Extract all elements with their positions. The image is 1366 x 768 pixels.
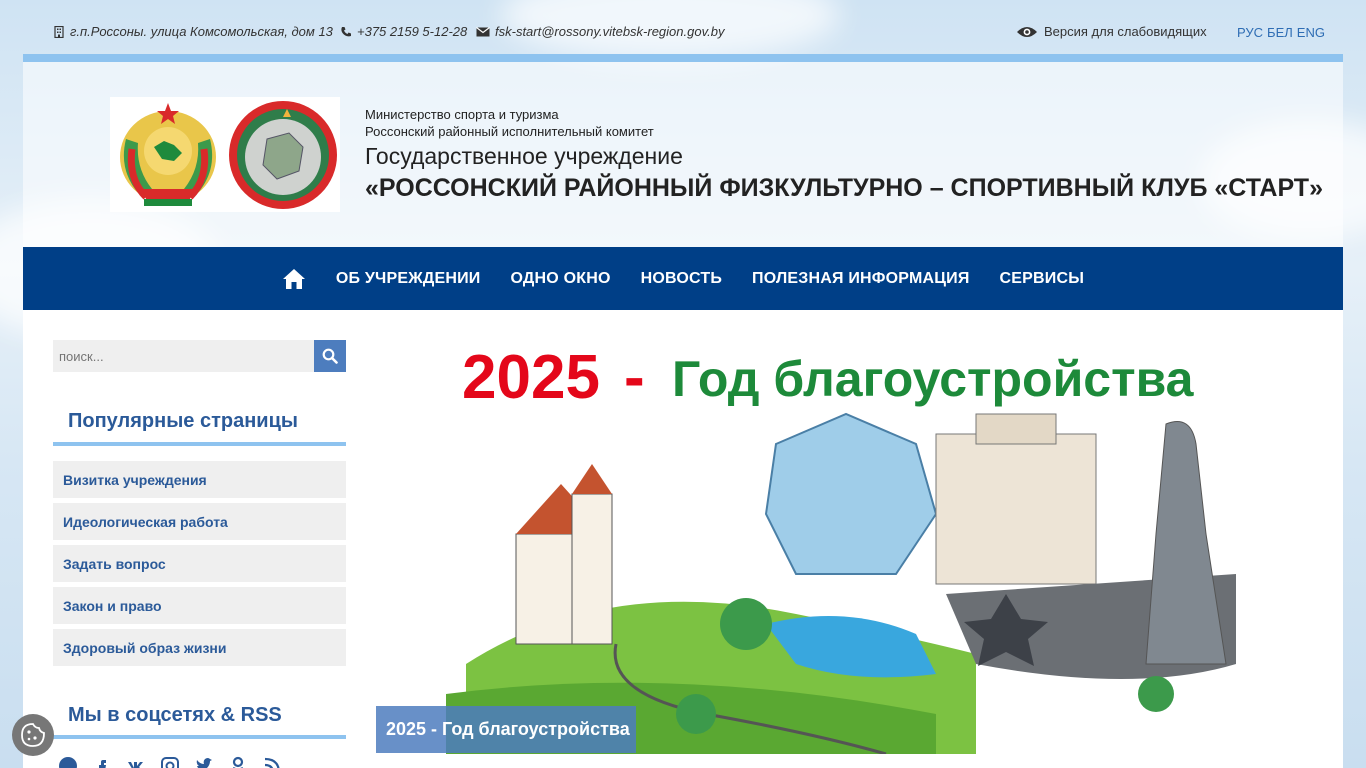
- nav-services[interactable]: СЕРВИСЫ: [1000, 270, 1085, 288]
- lang-bel[interactable]: БЕЛ: [1267, 25, 1293, 40]
- belarus-coat-of-arms-icon: [119, 102, 216, 206]
- email-item[interactable]: fsk-start@rossony.vitebsk-region.gov.by: [476, 24, 724, 39]
- social-links: [58, 756, 282, 768]
- emblems-logo[interactable]: [110, 97, 340, 212]
- website-icon[interactable]: [58, 756, 78, 768]
- search-input[interactable]: [53, 340, 314, 372]
- eye-icon: [1017, 26, 1037, 37]
- email-text: fsk-start@rossony.vitebsk-region.gov.by: [495, 24, 725, 39]
- list-item[interactable]: Закон и право: [53, 587, 346, 624]
- facebook-icon[interactable]: [92, 756, 112, 768]
- search-icon: [322, 348, 338, 364]
- lang-rus[interactable]: РУС: [1237, 25, 1263, 40]
- ministry-line: Министерство спорта и туризма: [365, 107, 559, 122]
- organization-name: «РОССОНСКИЙ РАЙОННЫЙ ФИЗКУЛЬТУРНО – СПОР…: [365, 174, 1323, 202]
- executive-committee-line: Россонский районный исполнительный комит…: [365, 124, 654, 139]
- twitter-icon[interactable]: [194, 756, 214, 768]
- nav-news[interactable]: НОВОСТЬ: [641, 270, 722, 288]
- main-navigation: ОБ УЧРЕЖДЕНИИ ОДНО ОКНО НОВОСТЬ ПОЛЕЗНАЯ…: [23, 247, 1343, 310]
- odnoklassniki-icon[interactable]: [228, 756, 248, 768]
- list-item[interactable]: Идеологическая работа: [53, 503, 346, 540]
- address-item: г.п.Россоны. улица Комсомольская, дом 13: [53, 24, 333, 39]
- language-switcher: РУС БЕЛ ENG: [1237, 25, 1325, 40]
- top-contact-bar: г.п.Россоны. улица Комсомольская, дом 13…: [0, 0, 1366, 54]
- list-item[interactable]: Визитка учреждения: [53, 461, 346, 498]
- instagram-icon[interactable]: [160, 756, 180, 768]
- building-icon: [54, 25, 64, 38]
- low-vision-label: Версия для слабовидящих: [1044, 24, 1207, 39]
- header-accent-bar: [23, 54, 1343, 62]
- cookie-settings-button[interactable]: [12, 714, 54, 756]
- popular-pages-title: Популярные страницы: [53, 410, 346, 446]
- home-icon[interactable]: [282, 268, 306, 290]
- vk-icon[interactable]: [126, 756, 146, 768]
- sport-ministry-emblem-icon: [228, 100, 337, 209]
- nav-one-window[interactable]: ОДНО ОКНО: [511, 270, 611, 288]
- organization-title: Министерство спорта и туризма Россонский…: [365, 106, 1323, 205]
- rss-icon[interactable]: [262, 756, 282, 768]
- featured-banner[interactable]: 2025 - Год благоустройства: [376, 334, 1326, 754]
- list-item[interactable]: Здоровый образ жизни: [53, 629, 346, 666]
- search-button[interactable]: [314, 340, 346, 372]
- address-text: г.п.Россоны. улица Комсомольская, дом 13: [70, 24, 333, 39]
- popular-pages-list: Визитка учреждения Идеологическая работа…: [53, 461, 346, 671]
- nav-about[interactable]: ОБ УЧРЕЖДЕНИИ: [336, 270, 481, 288]
- lang-eng[interactable]: ENG: [1297, 25, 1325, 40]
- social-title: Мы в соцсетях & RSS: [53, 704, 346, 739]
- banner-caption[interactable]: 2025 - Год благоустройства: [376, 706, 636, 753]
- phone-item[interactable]: +375 2159 5-12-28: [340, 24, 467, 39]
- city-landmarks-illustration: [446, 412, 1236, 754]
- search-form: [53, 340, 346, 372]
- envelope-icon: [476, 26, 490, 36]
- phone-icon: [341, 26, 351, 36]
- list-item[interactable]: Задать вопрос: [53, 545, 346, 582]
- phone-text: +375 2159 5-12-28: [357, 24, 468, 39]
- cookie-icon: [21, 723, 45, 747]
- institution-type-line: Государственное учреждение: [365, 143, 683, 169]
- low-vision-link[interactable]: Версия для слабовидящих: [1016, 24, 1207, 39]
- nav-useful-info[interactable]: ПОЛЕЗНАЯ ИНФОРМАЦИЯ: [752, 270, 970, 288]
